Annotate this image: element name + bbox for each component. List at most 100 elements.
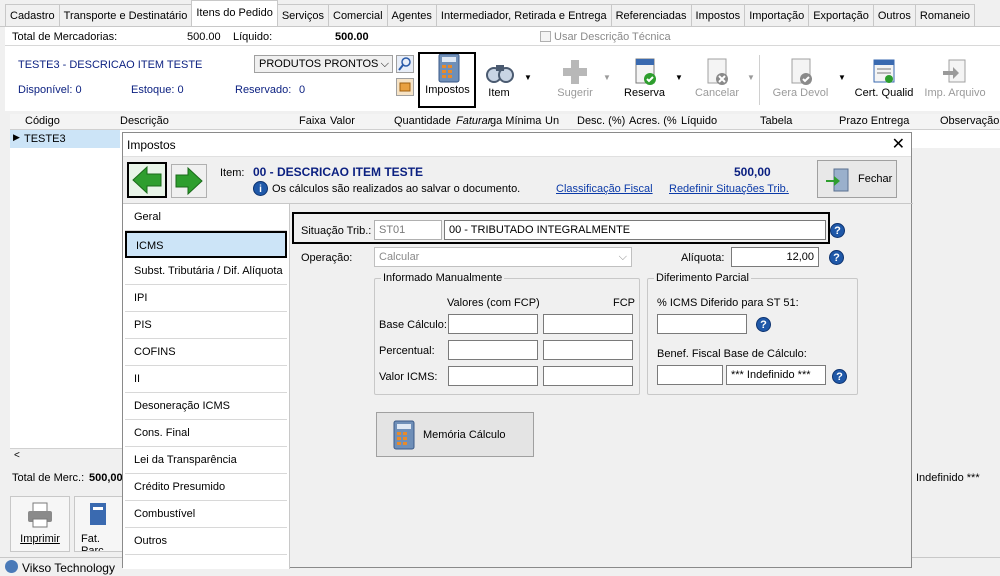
icms-diferido-help-icon[interactable]: ? — [756, 317, 771, 332]
printer-icon — [28, 502, 52, 528]
situacao-help-icon[interactable]: ? — [830, 223, 845, 238]
total-merc-value: 500,00 — [89, 472, 123, 484]
valor-icms-fcp-field[interactable] — [543, 366, 633, 386]
tab-referenciadas[interactable]: Referenciadas — [610, 4, 692, 26]
horizontal-scrollbar[interactable]: < — [10, 448, 125, 464]
binoculars-icon — [486, 65, 514, 83]
aliquota-field[interactable]: 12,00 — [731, 247, 819, 267]
previous-item-button[interactable] — [127, 162, 167, 198]
fat-parc-button[interactable]: Fat. Parc — [74, 496, 124, 552]
grid-body — [10, 148, 125, 448]
column-header[interactable]: Valor — [330, 115, 355, 127]
search-icon[interactable] — [396, 55, 414, 73]
column-header[interactable]: Desc. (%) — [577, 115, 625, 127]
gera-devol-button[interactable]: Gera Devol — [768, 57, 833, 107]
column-header[interactable]: ga Mínima — [490, 115, 541, 127]
sidebar-item-ii[interactable]: II — [125, 366, 287, 393]
column-header[interactable]: Líquido — [681, 115, 717, 127]
valor-icms-field[interactable] — [448, 366, 538, 386]
next-item-button[interactable] — [171, 164, 207, 198]
total-mercadorias-label: Total de Mercadorias: — [12, 31, 118, 43]
tab-importa-o[interactable]: Importação — [744, 4, 810, 26]
base-calculo-field[interactable] — [448, 314, 538, 334]
scroll-left-icon[interactable]: < — [14, 450, 20, 461]
classificacao-fiscal-link[interactable]: Classificação Fiscal — [556, 183, 653, 195]
sidebar-item-combust-vel[interactable]: Combustível — [125, 501, 287, 528]
operacao-select[interactable]: Calcular ⌵ — [374, 247, 632, 267]
sidebar-item-pis[interactable]: PIS — [125, 312, 287, 339]
column-header[interactable]: Faturar — [456, 115, 491, 127]
footer-indefinido: Indefinido *** — [916, 472, 980, 484]
percentual-fcp-field[interactable] — [543, 340, 633, 360]
grid-header: Código Descrição Faixa Valor Quantidade Fatur… — [10, 114, 1000, 130]
benef-fiscal-desc-field[interactable]: *** Indefinido *** — [726, 365, 826, 385]
aliquota-help-icon[interactable]: ? — [829, 250, 844, 265]
item-dropdown-icon[interactable]: ▼ — [524, 73, 532, 82]
tab-exporta-o[interactable]: Exportação — [808, 4, 874, 26]
memoria-calculo-button[interactable]: Memória Cálculo — [376, 412, 534, 457]
imp-arquivo-button[interactable]: Imp. Arquivo — [920, 57, 990, 107]
item-button[interactable]: Item — [479, 57, 519, 107]
column-header[interactable]: Tabela — [760, 115, 792, 127]
benef-fiscal-help-icon[interactable]: ? — [832, 369, 847, 384]
base-calculo-fcp-field[interactable] — [543, 314, 633, 334]
tab-transporte-e-destinat-rio[interactable]: Transporte e Destinatário — [58, 4, 193, 26]
tab-outros[interactable]: Outros — [872, 4, 916, 26]
tab-servi-os[interactable]: Serviços — [276, 4, 329, 26]
sidebar-item-cr-dito-presumido[interactable]: Crédito Presumido — [125, 474, 287, 501]
icms-diferido-field[interactable] — [657, 314, 747, 334]
tab-cadastro[interactable]: Cadastro — [5, 4, 60, 26]
operacao-value: Calcular — [379, 251, 420, 263]
liquido-value: 500.00 — [335, 31, 369, 43]
cancelar-dropdown-icon[interactable]: ▼ — [747, 73, 755, 82]
close-icon[interactable]: ✕ — [892, 134, 905, 154]
column-header[interactable]: Quantidade — [394, 115, 451, 127]
percentual-field[interactable] — [448, 340, 538, 360]
produtos-select[interactable]: PRODUTOS PRONTOS ⌵ — [254, 55, 393, 73]
gera-devol-dropdown-icon[interactable]: ▼ — [838, 73, 846, 82]
reservado-value: 0 — [299, 84, 306, 96]
reserva-dropdown-icon[interactable]: ▼ — [675, 73, 683, 82]
tab-romaneio[interactable]: Romaneio — [914, 4, 976, 26]
column-header[interactable]: Un — [545, 115, 559, 127]
info-text: Os cálculos são realizados ao salvar o d… — [272, 183, 521, 195]
sidebar-item-ipi[interactable]: IPI — [125, 285, 287, 312]
column-header[interactable]: Faixa — [299, 115, 326, 127]
column-header[interactable]: Acres. (% — [629, 115, 677, 127]
calculator-icon — [393, 420, 415, 450]
sugerir-button[interactable]: Sugerir — [550, 57, 600, 107]
tab-comercial[interactable]: Comercial — [328, 4, 388, 26]
reserva-button-label: Reserva — [624, 87, 665, 99]
column-header[interactable]: Prazo Entrega — [839, 115, 909, 127]
sidebar-item-cofins[interactable]: COFINS — [125, 339, 287, 366]
situacao-code-field[interactable]: ST01 — [374, 220, 442, 240]
tab-itens-do-pedido[interactable]: Itens do Pedido — [191, 0, 278, 26]
fechar-button[interactable]: Fechar — [817, 160, 897, 198]
sidebar-item-icms[interactable]: ICMS — [125, 231, 287, 258]
sidebar-item-geral[interactable]: Geral — [125, 204, 287, 231]
sidebar-item-desonera-o-icms[interactable]: Desoneração ICMS — [125, 393, 287, 420]
benef-fiscal-field[interactable] — [657, 365, 723, 385]
situacao-desc-field[interactable]: 00 - TRIBUTADO INTEGRALMENTE — [444, 220, 826, 240]
imprimir-button[interactable]: Imprimir — [10, 496, 70, 552]
aliquota-label: Alíquota: — [681, 252, 725, 264]
column-header[interactable]: Observação — [940, 115, 999, 127]
sidebar-item-outros[interactable]: Outros — [125, 528, 287, 555]
cert-qualid-button[interactable]: Cert. Qualid — [851, 57, 917, 107]
tax-sidebar: Geral ICMS Subst. Tributária / Dif. Alíquo… — [123, 204, 289, 569]
reserva-button[interactable]: Reserva — [617, 57, 672, 107]
tab-intermediador-retirada-e-entrega[interactable]: Intermediador, Retirada e Entrega — [435, 4, 612, 26]
column-header[interactable]: Código — [25, 115, 60, 127]
sidebar-item-lei-da-transpar-ncia[interactable]: Lei da Transparência — [125, 447, 287, 474]
sidebar-item-subst-tribut-ria-dif-al-quota[interactable]: Subst. Tributária / Dif. Alíquota — [125, 258, 287, 285]
attach-icon[interactable] — [396, 78, 414, 96]
usar-descricao-checkbox[interactable] — [540, 31, 551, 42]
cancelar-button-label: Cancelar — [694, 87, 740, 99]
sugerir-dropdown-icon[interactable]: ▼ — [603, 73, 611, 82]
sidebar-item-cons-final[interactable]: Cons. Final — [125, 420, 287, 447]
tab-agentes[interactable]: Agentes — [386, 4, 437, 26]
tab-impostos[interactable]: Impostos — [690, 4, 746, 26]
redefinir-situacoes-link[interactable]: Redefinir Situações Trib. — [669, 183, 789, 195]
cancelar-button[interactable]: Cancelar — [687, 57, 747, 107]
column-header[interactable]: Descrição — [120, 115, 169, 127]
